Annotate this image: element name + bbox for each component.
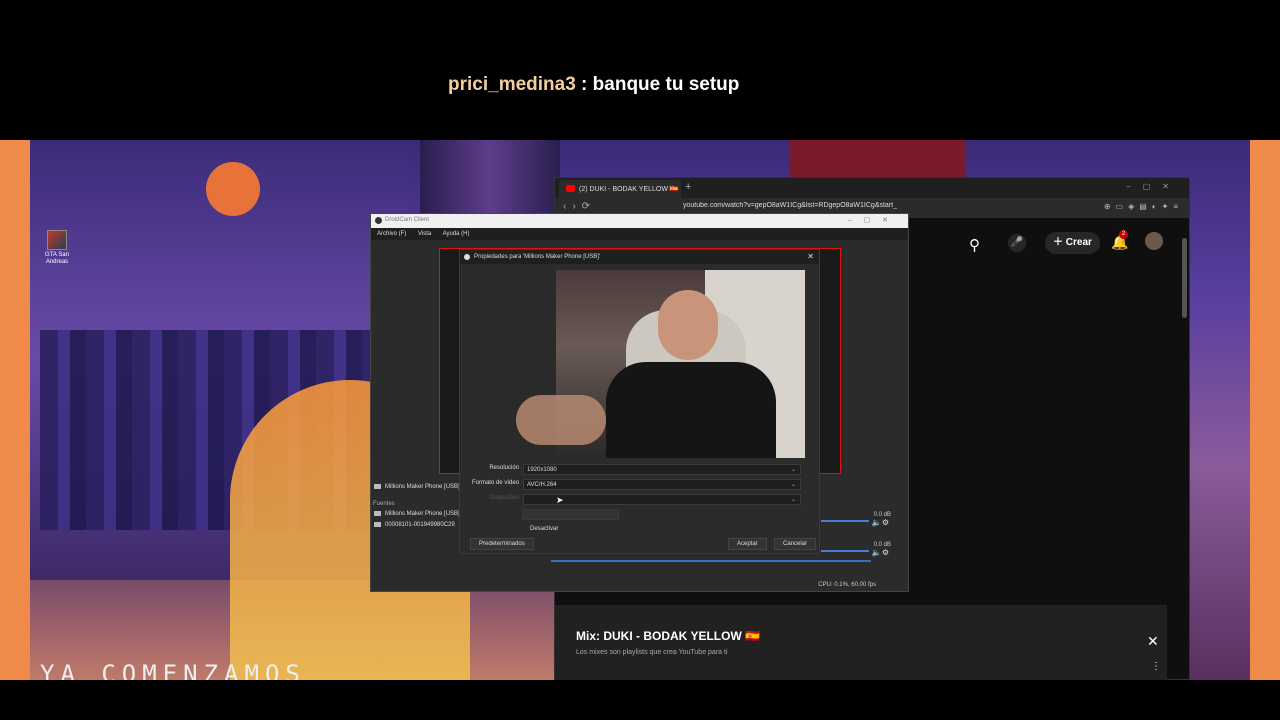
deactivate-button[interactable]: Desactivar xyxy=(530,526,558,532)
chevron-down-icon: ⌄ xyxy=(790,482,796,488)
notification-badge: 2 xyxy=(1119,230,1128,239)
resolution-label: Resolución xyxy=(489,465,519,471)
desktop-shortcut[interactable]: GTA San Andreas xyxy=(44,230,70,266)
more-icon[interactable]: ⋮ xyxy=(1151,661,1161,672)
extensions-icons[interactable]: ⊕▭◈▤◐✦≡ xyxy=(1104,202,1183,211)
obs-icon xyxy=(464,254,470,260)
mixer-channel: 0.0 dB 🔈⚙ xyxy=(821,512,901,528)
tab-youtube[interactable]: (2) DUKI - BODAK YELLOW 🇪🇸 ✕ xyxy=(559,180,681,198)
volume-slider[interactable] xyxy=(821,520,869,522)
window-controls[interactable]: –▢✕ xyxy=(1126,182,1181,191)
url-field[interactable]: youtube.com/watch?v=gepO8aW1ICg&list=RDg… xyxy=(683,202,913,209)
obs-title: DroidCam Client xyxy=(385,217,430,223)
properties-dialog: Propiedades para 'Millions Maker Phone [… xyxy=(459,249,820,554)
moon-illustration xyxy=(206,162,260,216)
create-button[interactable]: ＋ Crear xyxy=(1045,232,1100,254)
right-border xyxy=(1250,140,1280,680)
bottom-band xyxy=(0,680,1280,720)
dialog-title: Propiedades para 'Millions Maker Phone [… xyxy=(474,254,601,260)
accept-button[interactable]: Aceptar xyxy=(728,538,767,550)
left-border xyxy=(0,140,30,680)
chat-username: prici_medina3 xyxy=(448,74,576,95)
format-select[interactable]: AVC/H.264 ⌄ xyxy=(523,479,801,490)
desktop-shortcut-label: GTA San Andreas xyxy=(45,252,69,265)
camera-icon xyxy=(374,522,381,527)
preview-hand xyxy=(516,395,606,445)
new-tab-button[interactable]: + xyxy=(685,181,691,193)
resolution-row: Resolución 1920x1080 ⌄ xyxy=(460,464,821,476)
format-row: Formato de vídeo AVC/H.264 ⌄ xyxy=(460,479,821,491)
menu-ayuda[interactable]: Ayuda (H) xyxy=(443,231,470,237)
volume-slider[interactable] xyxy=(821,550,869,552)
camera-icon xyxy=(374,484,381,489)
status-text: CPU: 0.1%, 60.00 fps xyxy=(818,582,876,588)
mix-subtitle: Los mixes son playlists que crea YouTube… xyxy=(576,649,728,656)
obs-titlebar: DroidCam Client –▢✕ xyxy=(371,214,908,228)
menu-archivo[interactable]: Archivo (F) xyxy=(377,231,406,237)
youtube-icon xyxy=(566,185,575,192)
banner-text: YA COMENZAMOS xyxy=(40,660,306,680)
menu-vista[interactable]: Vista xyxy=(418,231,431,237)
dialog-titlebar: Propiedades para 'Millions Maker Phone [… xyxy=(460,250,819,264)
mixer-channel: 0.0 dB 🔈⚙ xyxy=(821,542,901,558)
mouse-cursor-icon: ➤ xyxy=(556,495,564,505)
resolution-select[interactable]: 1920x1080 ⌄ xyxy=(523,464,801,475)
close-icon[interactable]: ✕ xyxy=(807,252,814,261)
search-icon[interactable]: ⚲ xyxy=(969,236,980,254)
chat-overlay: prici_medina3 : banque tu setup xyxy=(0,0,1280,140)
red-window xyxy=(790,140,965,180)
sources-header: Fuentes xyxy=(373,501,395,507)
device-select[interactable]: ⌄ xyxy=(523,494,801,505)
chat-separator: : xyxy=(575,74,593,95)
disabled-button xyxy=(522,509,619,520)
nav-buttons[interactable]: ‹›⟳ xyxy=(563,201,596,212)
device-row: Dispositivo ⌄ xyxy=(460,494,821,506)
close-icon[interactable]: ✕ xyxy=(1147,633,1159,650)
obs-menubar: Archivo (F) Vista Ayuda (H) xyxy=(371,228,908,240)
tab-title: (2) DUKI - BODAK YELLOW 🇪🇸 xyxy=(579,186,679,193)
source-item[interactable]: 00008101-001949980C29 xyxy=(374,522,455,528)
camera-preview xyxy=(476,270,805,458)
chevron-down-icon: ⌄ xyxy=(790,497,796,503)
chevron-down-icon: ⌄ xyxy=(790,467,796,473)
obs-window-controls[interactable]: –▢✕ xyxy=(848,216,900,224)
gear-icon[interactable]: 🔈⚙ xyxy=(872,518,889,527)
source-item[interactable]: Millions Maker Phone [USB] xyxy=(374,511,460,517)
scrollbar[interactable] xyxy=(1182,238,1187,318)
mix-panel: Mix: DUKI - BODAK YELLOW 🇪🇸 Los mixes so… xyxy=(555,605,1167,681)
gear-icon[interactable]: 🔈⚙ xyxy=(872,548,889,557)
preview-person-head xyxy=(658,290,718,360)
preview-person-body xyxy=(606,362,776,458)
create-label: Crear xyxy=(1065,237,1092,248)
mic-icon[interactable]: 🎤 xyxy=(1008,234,1026,252)
mix-title: Mix: DUKI - BODAK YELLOW 🇪🇸 xyxy=(576,629,761,643)
chat-message: prici_medina3 : banque tu setup xyxy=(448,74,739,96)
app-icon xyxy=(375,217,382,224)
game-icon xyxy=(47,230,67,250)
chat-text: banque tu setup xyxy=(592,74,740,95)
avatar[interactable] xyxy=(1145,232,1163,250)
defaults-button[interactable]: Predeterminados xyxy=(470,538,534,550)
device-label: Dispositivo xyxy=(489,495,519,501)
camera-icon xyxy=(374,511,381,516)
tab-bar: (2) DUKI - BODAK YELLOW 🇪🇸 ✕ + –▢✕ xyxy=(555,178,1189,198)
cancel-button[interactable]: Cancelar xyxy=(774,538,817,550)
audio-slider[interactable] xyxy=(551,560,871,562)
tab-close-icon[interactable]: ✕ xyxy=(668,184,675,193)
format-label: Formato de vídeo xyxy=(471,480,519,486)
scene-source-label[interactable]: Millions Maker Phone [USB] xyxy=(374,484,460,490)
